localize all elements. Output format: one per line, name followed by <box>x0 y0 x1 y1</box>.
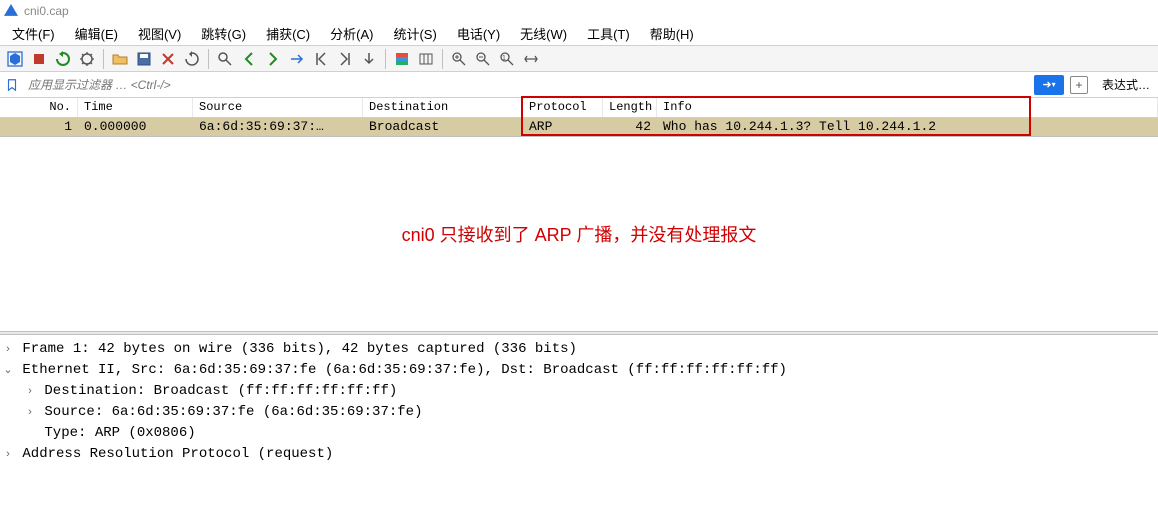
expand-icon[interactable]: › <box>2 341 14 358</box>
go-previous-button[interactable] <box>238 48 260 70</box>
expand-icon[interactable]: › <box>24 404 36 421</box>
go-last-button[interactable] <box>334 48 356 70</box>
column-header-protocol[interactable]: Protocol <box>523 98 603 117</box>
menu-edit[interactable]: 编辑(E) <box>67 21 126 46</box>
cell-no: 1 <box>0 118 78 136</box>
toolbar-divider <box>103 49 104 69</box>
reload-file-button[interactable] <box>181 48 203 70</box>
packet-list-pane: No. Time Source Destination Protocol Len… <box>0 98 1158 137</box>
svg-text:1: 1 <box>502 55 506 62</box>
packet-details-pane[interactable]: › Frame 1: 42 bytes on wire (336 bits), … <box>0 335 1158 505</box>
add-filter-button[interactable]: + <box>1070 76 1088 94</box>
menu-statistics[interactable]: 统计(S) <box>385 21 444 46</box>
packet-row[interactable]: 1 0.000000 6a:6d:35:69:37:… Broadcast AR… <box>0 118 1158 136</box>
title-bar: cni0.cap <box>0 0 1158 22</box>
menu-go[interactable]: 跳转(G) <box>193 21 254 46</box>
column-header-destination[interactable]: Destination <box>363 98 523 117</box>
main-toolbar: 1 <box>0 46 1158 72</box>
arrow-right-icon: ➜ <box>1042 78 1051 91</box>
tree-label: Address Resolution Protocol (request) <box>22 446 333 462</box>
packet-list-empty-area: cni0 只接收到了 ARP 广播，并没有处理报文 <box>0 137 1158 331</box>
close-file-button[interactable] <box>157 48 179 70</box>
cell-time: 0.000000 <box>78 118 193 136</box>
display-filter-bar: ➜ ▾ + 表达式… <box>0 72 1158 98</box>
cell-source: 6a:6d:35:69:37:… <box>193 118 363 136</box>
menu-wireless[interactable]: 无线(W) <box>512 21 575 46</box>
apply-filter-button[interactable]: ➜ ▾ <box>1034 75 1064 95</box>
collapse-icon[interactable]: ⌄ <box>2 362 14 379</box>
go-to-packet-button[interactable] <box>286 48 308 70</box>
bookmark-icon[interactable] <box>4 77 20 93</box>
tree-node-ethernet[interactable]: ⌄ Ethernet II, Src: 6a:6d:35:69:37:fe (6… <box>2 360 1156 381</box>
tree-node-eth-dst[interactable]: › Destination: Broadcast (ff:ff:ff:ff:ff… <box>2 381 1156 402</box>
tree-node-frame[interactable]: › Frame 1: 42 bytes on wire (336 bits), … <box>2 339 1156 360</box>
zoom-out-button[interactable] <box>472 48 494 70</box>
window-title: cni0.cap <box>24 4 69 18</box>
resize-all-columns-button[interactable] <box>520 48 542 70</box>
display-filter-input[interactable] <box>22 75 1032 95</box>
zoom-in-button[interactable] <box>448 48 470 70</box>
menu-help[interactable]: 帮助(H) <box>642 21 702 46</box>
tree-label: Source: 6a:6d:35:69:37:fe (6a:6d:35:69:3… <box>44 404 422 420</box>
cell-length: 42 <box>603 118 657 136</box>
app-icon <box>4 4 18 18</box>
open-file-button[interactable] <box>109 48 131 70</box>
menu-view[interactable]: 视图(V) <box>130 21 189 46</box>
find-packet-button[interactable] <box>214 48 236 70</box>
cell-info: Who has 10.244.1.3? Tell 10.244.1.2 <box>657 118 1158 136</box>
auto-scroll-button[interactable] <box>358 48 380 70</box>
restart-capture-button[interactable] <box>52 48 74 70</box>
menu-capture[interactable]: 捕获(C) <box>258 21 318 46</box>
toolbar-divider <box>385 49 386 69</box>
menu-tools[interactable]: 工具(T) <box>579 21 638 46</box>
go-first-button[interactable] <box>310 48 332 70</box>
tree-label: Destination: Broadcast (ff:ff:ff:ff:ff:f… <box>44 383 397 399</box>
save-file-button[interactable] <box>133 48 155 70</box>
toolbar-divider <box>208 49 209 69</box>
tree-node-eth-type[interactable]: Type: ARP (0x0806) <box>2 423 1156 444</box>
go-next-button[interactable] <box>262 48 284 70</box>
expand-icon[interactable]: › <box>2 446 14 463</box>
tree-label: Ethernet II, Src: 6a:6d:35:69:37:fe (6a:… <box>22 362 787 378</box>
menu-telephony[interactable]: 电话(Y) <box>449 21 508 46</box>
menu-bar: 文件(F) 编辑(E) 视图(V) 跳转(G) 捕获(C) 分析(A) 统计(S… <box>0 22 1158 46</box>
colorize-button[interactable] <box>391 48 413 70</box>
chevron-down-icon: ▾ <box>1052 80 1056 89</box>
stop-capture-button[interactable] <box>28 48 50 70</box>
column-header-info[interactable]: Info <box>657 98 1158 117</box>
expression-link[interactable]: 表达式… <box>1094 76 1158 93</box>
tree-label: Frame 1: 42 bytes on wire (336 bits), 42… <box>22 341 577 357</box>
menu-file[interactable]: 文件(F) <box>4 21 63 46</box>
column-header-source[interactable]: Source <box>193 98 363 117</box>
column-header-time[interactable]: Time <box>78 98 193 117</box>
packet-list-header: No. Time Source Destination Protocol Len… <box>0 98 1158 118</box>
annotation-text: cni0 只接收到了 ARP 广播，并没有处理报文 <box>402 221 757 247</box>
tree-node-arp[interactable]: › Address Resolution Protocol (request) <box>2 444 1156 465</box>
cell-protocol: ARP <box>523 118 603 136</box>
menu-analyze[interactable]: 分析(A) <box>322 21 381 46</box>
tree-label: Type: ARP (0x0806) <box>44 425 195 441</box>
capture-options-button[interactable] <box>76 48 98 70</box>
blank-toggle <box>24 425 36 442</box>
expand-icon[interactable]: › <box>24 383 36 400</box>
toolbar-divider <box>442 49 443 69</box>
column-header-no[interactable]: No. <box>0 98 78 117</box>
start-capture-button[interactable] <box>4 48 26 70</box>
tree-node-eth-src[interactable]: › Source: 6a:6d:35:69:37:fe (6a:6d:35:69… <box>2 402 1156 423</box>
cell-destination: Broadcast <box>363 118 523 136</box>
zoom-reset-button[interactable]: 1 <box>496 48 518 70</box>
resize-columns-button[interactable] <box>415 48 437 70</box>
column-header-length[interactable]: Length <box>603 98 657 117</box>
